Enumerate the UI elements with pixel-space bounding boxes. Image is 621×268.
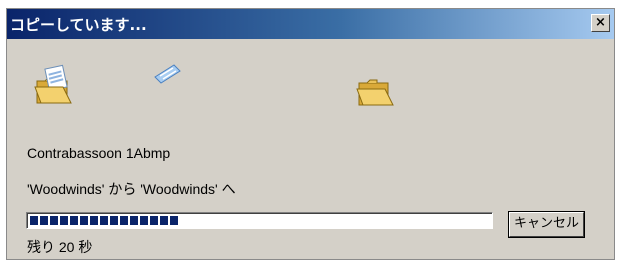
close-button[interactable]: × [591, 14, 610, 32]
progress-fill [30, 216, 180, 225]
cancel-button[interactable]: キャンセル [509, 212, 584, 237]
destination-folder-icon [356, 79, 394, 106]
time-remaining: 残り 20 秒 [27, 239, 93, 255]
copy-progress-bar [26, 212, 493, 229]
flying-document-icon [154, 64, 181, 84]
current-file-name: Contrabassoon 1Abmp [27, 145, 171, 161]
window-title: コピーしています... [10, 16, 147, 34]
copy-progress-dialog: コピーしています... × Contrabassoon 1Abmp 'Woodw… [6, 8, 615, 260]
source-destination-text: 'Woodwinds' から 'Woodwinds' へ [27, 181, 236, 197]
copy-animation [7, 45, 614, 135]
source-folder-icon [34, 64, 72, 104]
title-bar[interactable]: コピーしています... × [7, 9, 614, 39]
